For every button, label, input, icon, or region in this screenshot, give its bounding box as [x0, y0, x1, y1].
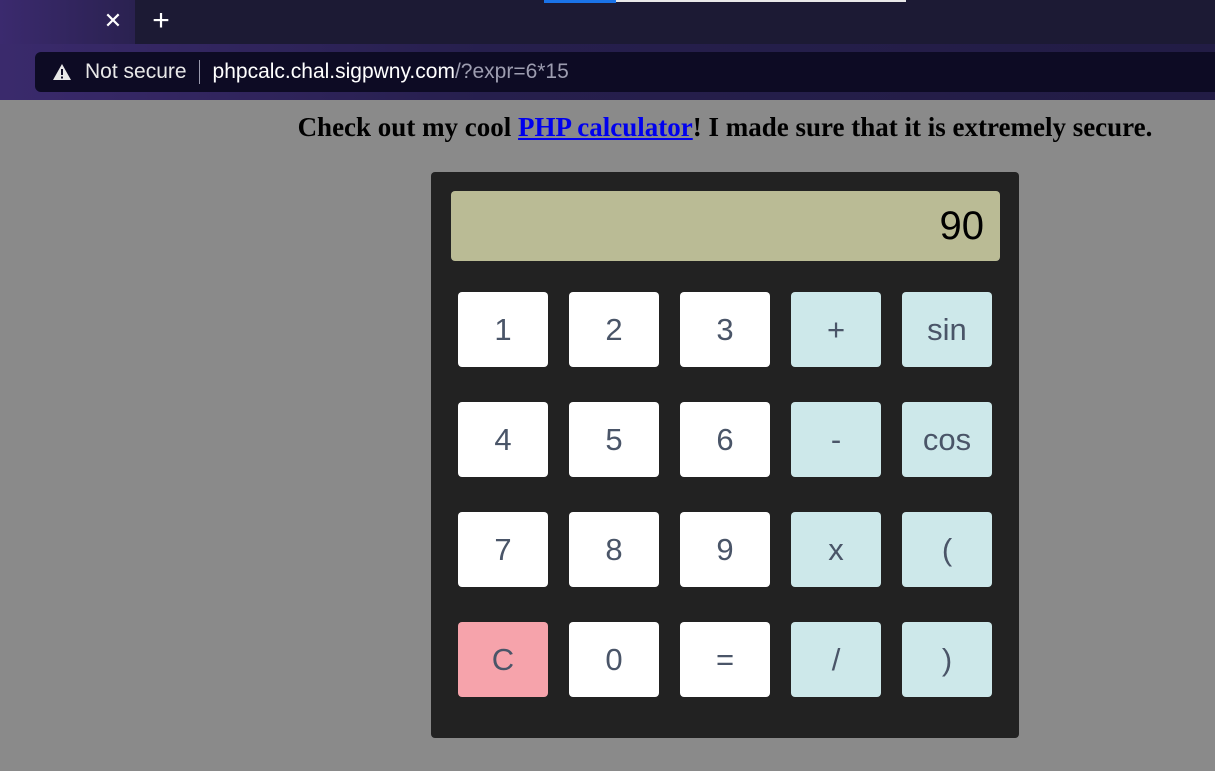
divide-button[interactable]: /: [791, 622, 881, 697]
page-intro: Check out my cool PHP calculator! I made…: [0, 112, 1215, 143]
omnibox-divider: [198, 60, 200, 84]
calculator: 90 1 2 3 + sin 4 5 6- cos 7 8 9 x ( C 0 = /): [431, 172, 1019, 738]
digit-8-button[interactable]: 8: [569, 512, 659, 587]
digit-4-button[interactable]: 4: [458, 402, 548, 477]
security-label[interactable]: Not secure: [85, 60, 187, 84]
browser-chrome: ✕ + Not secure phpcalc.chal.sigpwny.com/…: [0, 0, 1215, 100]
intro-text-after: ! I made sure that it is extremely secur…: [692, 112, 1153, 142]
sin-button[interactable]: sin: [902, 292, 992, 367]
cos-button[interactable]: cos: [902, 402, 992, 477]
equals-button[interactable]: =: [680, 622, 770, 697]
digit-2-button[interactable]: 2: [569, 292, 659, 367]
url-path: /?expr=6*15: [454, 60, 569, 83]
digit-5-button[interactable]: 5: [569, 402, 659, 477]
plus-icon[interactable]: +: [146, 4, 176, 38]
warning-icon[interactable]: [52, 63, 72, 81]
toolbar: Not secure phpcalc.chal.sigpwny.com/?exp…: [0, 44, 1215, 100]
minus-button[interactable]: -: [791, 402, 881, 477]
close-icon[interactable]: ✕: [100, 6, 126, 36]
digit-9-button[interactable]: 9: [680, 512, 770, 587]
open-paren-button[interactable]: (: [902, 512, 992, 587]
digit-1-button[interactable]: 1: [458, 292, 548, 367]
tab-strip: ✕ +: [0, 0, 1215, 44]
url-text[interactable]: phpcalc.chal.sigpwny.com/?expr=6*15: [213, 60, 569, 84]
calculator-display: 90: [451, 191, 1000, 261]
clear-button[interactable]: C: [458, 622, 548, 697]
close-paren-button[interactable]: ): [902, 622, 992, 697]
digit-6-button[interactable]: 6: [680, 402, 770, 477]
url-host: phpcalc.chal.sigpwny.com: [212, 60, 455, 83]
plus-button[interactable]: +: [791, 292, 881, 367]
digit-3-button[interactable]: 3: [680, 292, 770, 367]
multiply-button[interactable]: x: [791, 512, 881, 587]
digit-7-button[interactable]: 7: [458, 512, 548, 587]
tab-highlight: [616, 0, 906, 2]
intro-text-before: Check out my cool: [297, 112, 519, 142]
address-bar[interactable]: Not secure phpcalc.chal.sigpwny.com/?exp…: [35, 52, 1215, 92]
php-calculator-link[interactable]: PHP calculator: [518, 112, 693, 142]
digit-0-button[interactable]: 0: [569, 622, 659, 697]
tab-loading-indicator: [544, 0, 616, 3]
